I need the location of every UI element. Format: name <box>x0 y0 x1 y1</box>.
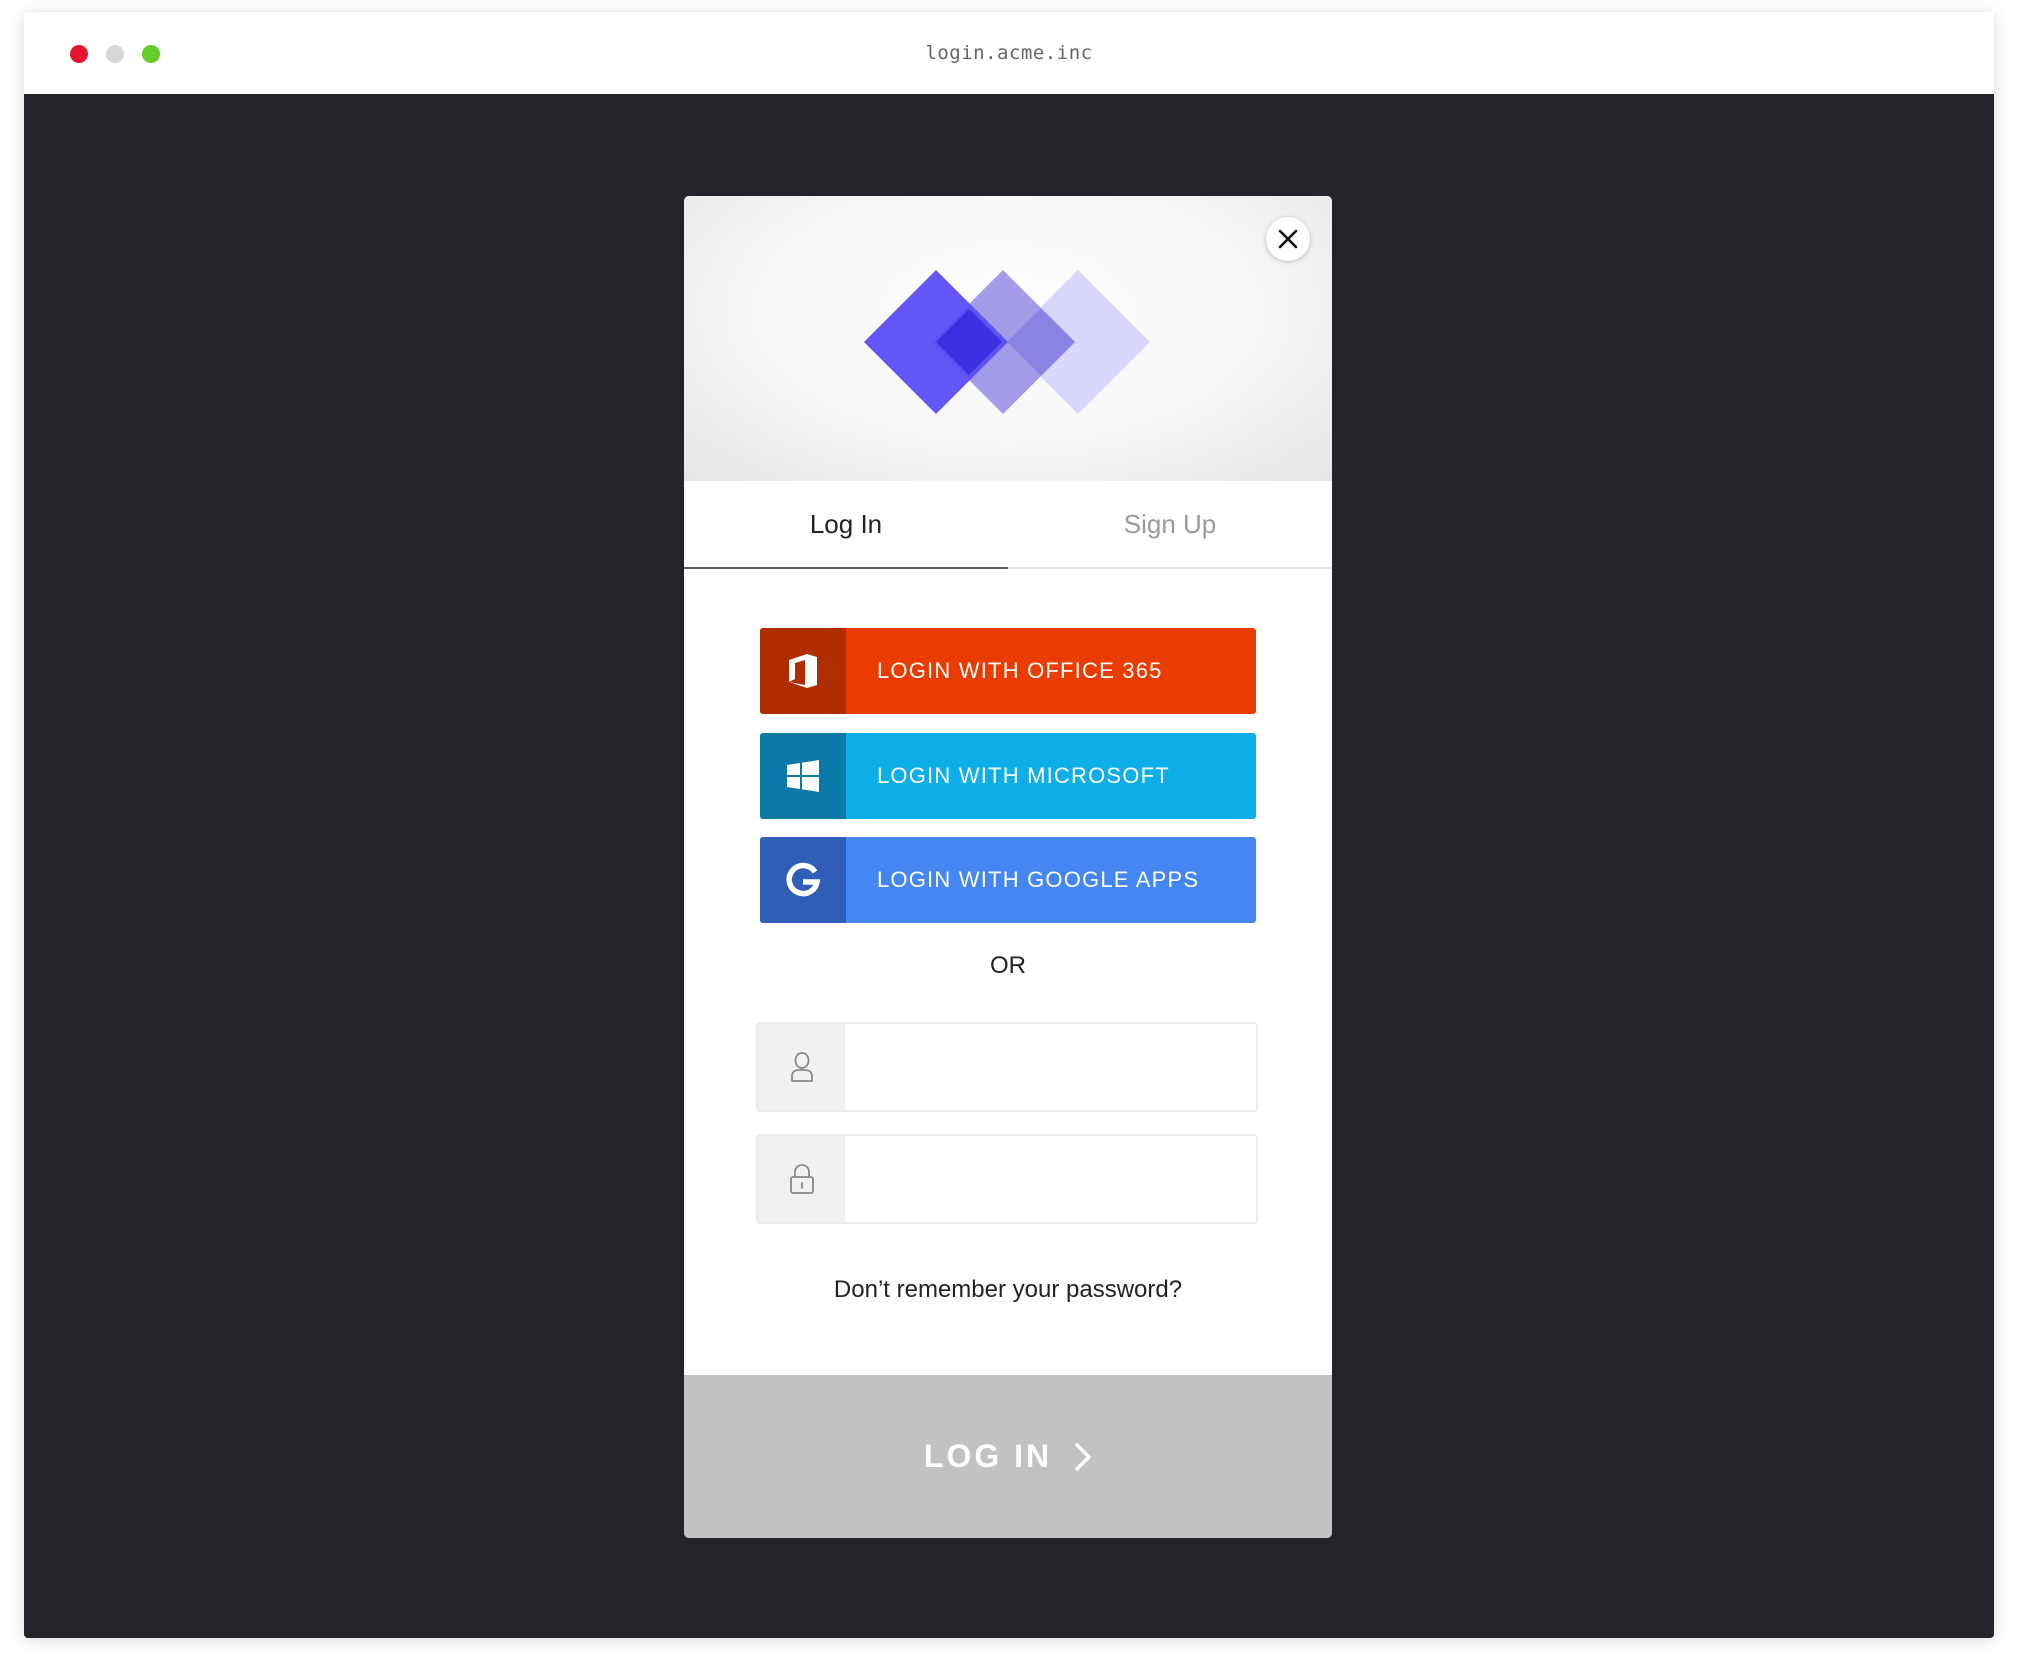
close-icon <box>1278 229 1298 249</box>
or-separator: OR <box>990 952 1026 979</box>
lock-icon <box>789 1164 814 1194</box>
user-icon <box>790 1052 813 1082</box>
address-bar-url: login.acme.inc <box>925 42 1093 64</box>
page-viewport: Log In Sign Up LOGIN WITH OFFICE 365 LOG <box>24 94 1994 1638</box>
close-modal-button[interactable] <box>1266 217 1310 261</box>
office-icon <box>789 654 817 688</box>
google-icon-box <box>760 837 846 923</box>
password-field <box>756 1134 1258 1224</box>
forgot-password-link[interactable]: Don’t remember your password? <box>684 1276 1332 1304</box>
windows-icon <box>787 760 819 792</box>
login-microsoft-label: LOGIN WITH MICROSOFT <box>877 763 1170 788</box>
office-icon-box <box>760 628 846 714</box>
google-icon <box>786 862 821 897</box>
username-field <box>756 1022 1258 1112</box>
modal-header <box>684 196 1332 481</box>
auth-tabs: Log In Sign Up <box>684 481 1332 569</box>
login-office365-button[interactable]: LOGIN WITH OFFICE 365 <box>760 628 1256 714</box>
tab-log-in[interactable]: Log In <box>684 481 1008 569</box>
login-modal: Log In Sign Up LOGIN WITH OFFICE 365 LOG <box>684 196 1332 1538</box>
tab-sign-up[interactable]: Sign Up <box>1008 481 1332 567</box>
windows-icon-box <box>760 733 846 819</box>
log-in-submit-button[interactable]: LOG IN <box>684 1375 1332 1538</box>
acme-logo <box>864 270 1150 414</box>
login-google-button[interactable]: LOGIN WITH GOOGLE APPS <box>760 837 1256 923</box>
login-google-label: LOGIN WITH GOOGLE APPS <box>877 867 1200 892</box>
username-input[interactable] <box>845 1024 1256 1110</box>
title-bar: login.acme.inc <box>24 12 1994 94</box>
password-icon-box <box>758 1136 845 1222</box>
login-office365-label: LOGIN WITH OFFICE 365 <box>877 658 1163 683</box>
username-icon-box <box>758 1024 845 1110</box>
browser-window: login.acme.inc Log In Sign Up LOGIN WITH… <box>24 12 1994 1638</box>
login-microsoft-button[interactable]: LOGIN WITH MICROSOFT <box>760 733 1256 819</box>
password-input[interactable] <box>845 1136 1256 1222</box>
log-in-submit-label: LOG IN <box>923 1438 1053 1474</box>
chevron-right-icon <box>1074 1442 1092 1472</box>
